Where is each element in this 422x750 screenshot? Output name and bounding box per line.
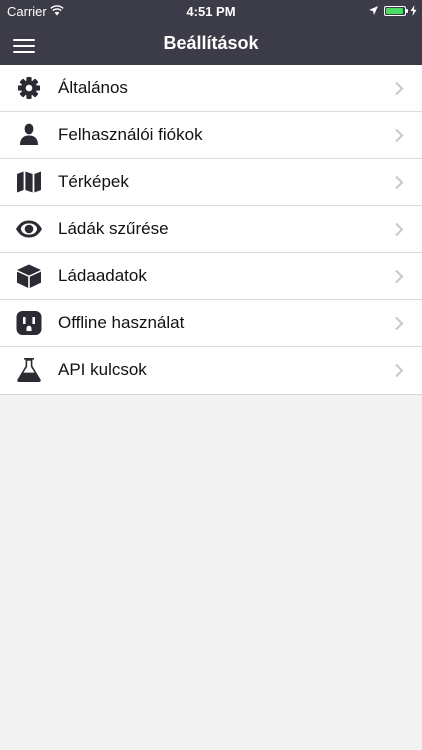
settings-item-label: Ládák szűrése [58,219,169,238]
chevron-right-icon [395,269,404,284]
eye-icon [15,216,43,242]
battery-cap [406,9,408,13]
page-title: Beállítások [163,33,259,53]
settings-item-offline-usage[interactable]: Offline használat [0,300,422,347]
chevron-right-icon [395,81,404,96]
settings-item-general[interactable]: Általános [0,65,422,112]
settings-item-label: Offline használat [58,313,185,332]
user-icon [15,122,43,148]
navigation-bar: Beállítások [0,22,422,65]
settings-item-api-keys[interactable]: API kulcsok [0,347,422,394]
flask-icon [15,357,43,383]
settings-item-label: Térképek [58,172,129,191]
status-time: 4:51 PM [186,4,236,19]
settings-item-label: Általános [58,78,128,97]
settings-item-label: Ládaadatok [58,266,147,285]
settings-item-cache-data[interactable]: Ládaadatok [0,253,422,300]
settings-item-label: Felhasználói fiókok [58,125,203,144]
status-bar: Carrier 4:51 PM [0,0,422,22]
battery-level-fill [386,8,403,14]
battery-icon [384,6,406,16]
power-outlet-icon [15,310,43,336]
chevron-right-icon [395,316,404,331]
chevron-right-icon [395,175,404,190]
settings-item-cache-filter[interactable]: Ládák szűrése [0,206,422,253]
settings-item-user-accounts[interactable]: Felhasználói fiókok [0,112,422,159]
cube-icon [15,263,43,289]
chevron-right-icon [395,128,404,143]
settings-list: Általános Felhasználói fiókok Térképek L… [0,65,422,395]
settings-item-label: API kulcsok [58,360,147,379]
settings-screen: Carrier 4:51 PM Beállítások Általános Fe… [0,0,422,750]
chevron-right-icon [395,363,404,378]
map-icon [15,169,43,195]
settings-item-maps[interactable]: Térképek [0,159,422,206]
chevron-right-icon [395,222,404,237]
gear-icon [15,75,43,101]
location-arrow-icon [369,6,378,15]
charging-bolt-icon [410,5,417,16]
